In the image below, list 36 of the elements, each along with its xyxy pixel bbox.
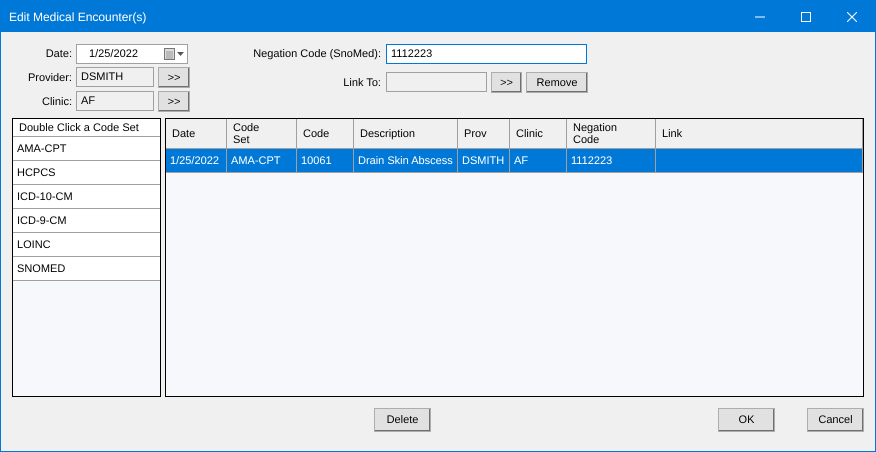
code-set-item[interactable]: ICD-9-CM	[13, 209, 160, 233]
calendar-icon	[164, 48, 184, 60]
column-header[interactable]: Prov	[458, 119, 510, 149]
column-header[interactable]: Negation Code	[567, 119, 656, 149]
cancel-button[interactable]: Cancel	[807, 408, 864, 432]
clinic-label: Clinic:	[41, 96, 72, 108]
table-cell: 1/25/2022	[166, 149, 227, 173]
code-set-item[interactable]: ICD-10-CM	[13, 185, 160, 209]
negation-code-field[interactable]: 1112223	[386, 44, 587, 64]
date-picker[interactable]: 1/25/2022	[76, 44, 188, 64]
link-to-label: Link To:	[342, 76, 381, 88]
column-header[interactable]: Link	[656, 119, 863, 149]
table-cell: DSMITH	[458, 149, 510, 173]
table-cell: AF	[510, 149, 567, 173]
column-header[interactable]: Date	[166, 119, 227, 149]
column-header[interactable]: Description	[354, 119, 458, 149]
window-title: Edit Medical Encounter(s)	[9, 10, 148, 24]
table-cell: AMA-CPT	[227, 149, 297, 173]
negation-code-label: Negation Code (SnoMed):	[252, 48, 381, 60]
column-header[interactable]: Clinic	[510, 119, 567, 149]
maximize-icon	[801, 12, 811, 22]
provider-label: Provider:	[26, 72, 72, 84]
code-set-item[interactable]: HCPCS	[13, 161, 160, 185]
code-set-item[interactable]: SNOMED	[13, 257, 160, 281]
table-cell: 10061	[297, 149, 354, 173]
column-header[interactable]: Code	[297, 119, 354, 149]
list-header: Double Click a Code Set	[13, 119, 160, 137]
table-cell: 1112223	[567, 149, 656, 173]
column-header[interactable]: Code Set	[227, 119, 297, 149]
date-label: Date:	[44, 48, 72, 60]
table-cell: Drain Skin Abscess	[354, 149, 458, 173]
code-set-item[interactable]: LOINC	[13, 233, 160, 257]
delete-button[interactable]: Delete	[374, 408, 431, 432]
close-icon	[847, 12, 857, 22]
code-set-item[interactable]: AMA-CPT	[13, 137, 160, 161]
ok-button[interactable]: OK	[718, 408, 775, 432]
